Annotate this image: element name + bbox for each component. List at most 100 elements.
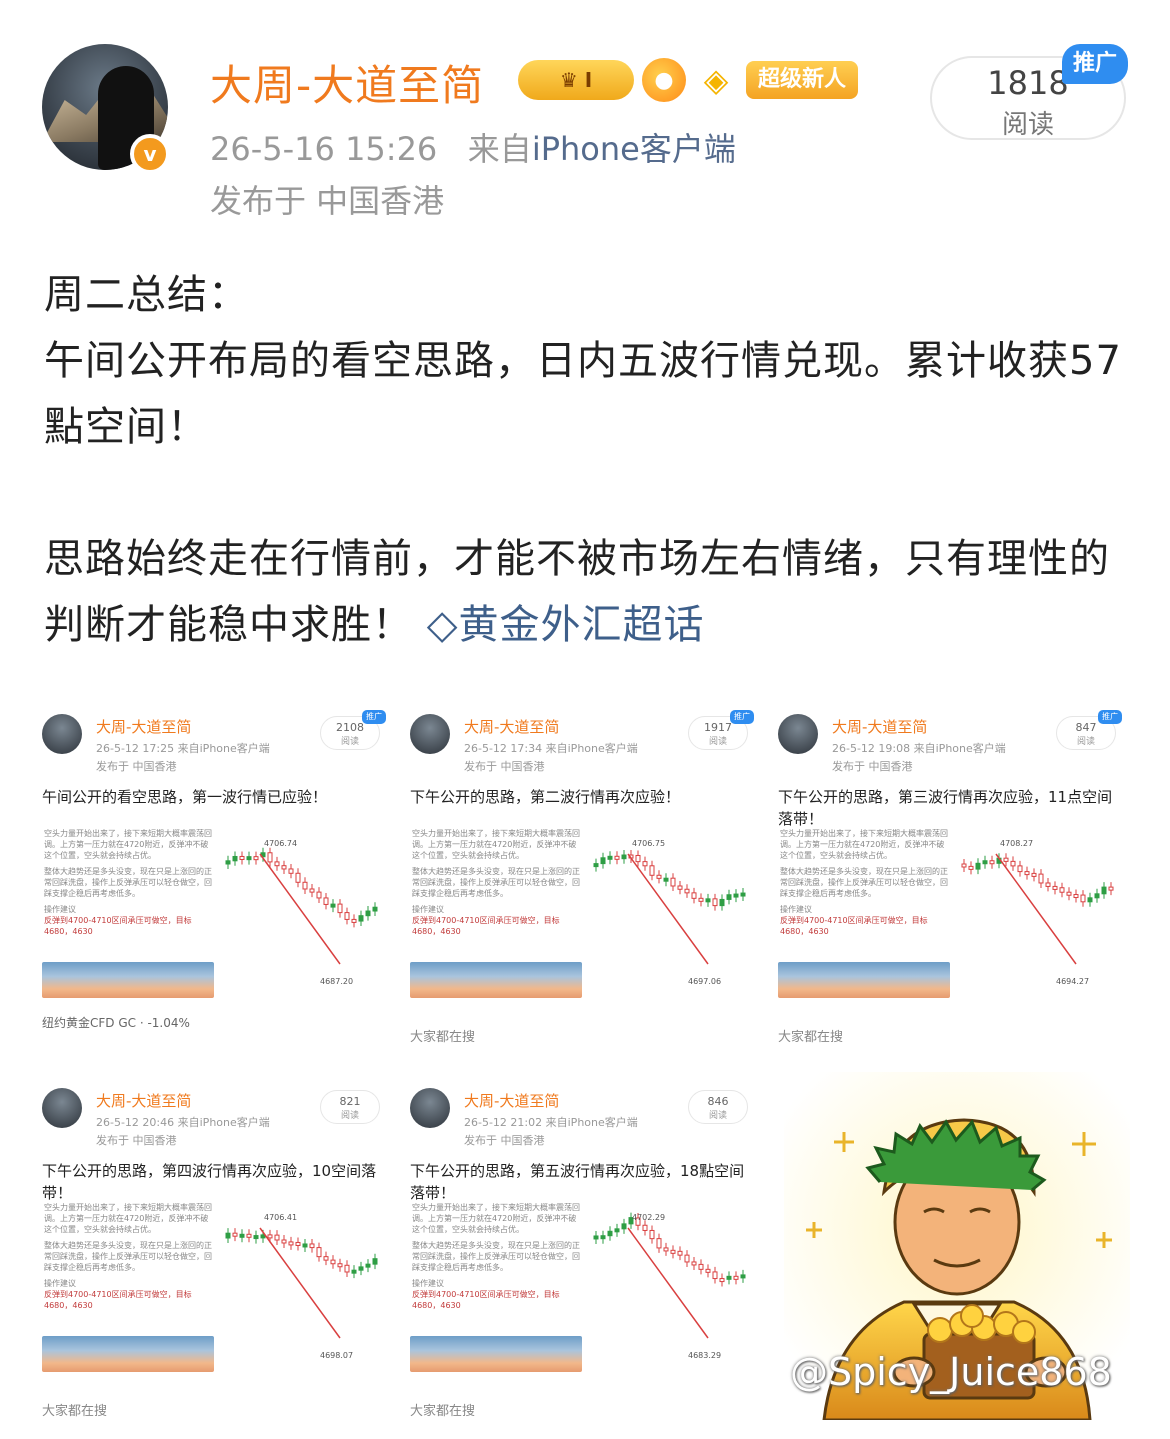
thumb-headline: 下午公开的思路，第二波行情再次应验！	[410, 788, 681, 806]
candle	[316, 1247, 322, 1258]
thumb-body-p2: 整体大趋势还是多头没变，现在只是上涨回的正常回踩洗盘，操作上反弹承压可以轻仓做空…	[44, 867, 212, 898]
thumbnail-image[interactable]: 大周-大道至简 26-5-12 17:25 来自iPhone客户端 发布于 中国…	[40, 700, 386, 1050]
thumb-op-label: 操作建议	[780, 905, 812, 914]
thumb-sky-image	[410, 1336, 582, 1372]
candle	[621, 854, 627, 860]
price-low-label: 4683.29	[688, 1351, 721, 1360]
price-low-label: 4697.06	[688, 977, 721, 986]
candle	[358, 915, 364, 922]
thumb-read-label: 阅读	[708, 1111, 727, 1121]
candle	[295, 872, 301, 883]
thumb-candle-chart: 4706.75 4697.06	[593, 839, 746, 986]
candle	[281, 1239, 287, 1244]
candle	[267, 852, 273, 863]
candle	[351, 1269, 357, 1274]
candle	[961, 863, 967, 868]
crown-level-badge-icon[interactable]: ♛ I	[518, 60, 634, 100]
post-location: 发布于 中国香港	[210, 182, 445, 220]
thumb-promo-tag: 推广	[730, 710, 754, 724]
username[interactable]: 大周-大道至简	[210, 52, 484, 113]
candle	[733, 1275, 739, 1280]
thumb-sky-image	[778, 962, 950, 998]
candle	[372, 1258, 378, 1265]
thumb-date: 26-5-12 17:34 来自iPhone客户端	[464, 742, 638, 755]
candle	[1031, 872, 1037, 877]
topic-label: 黄金外汇超话	[458, 602, 705, 648]
thumbnail-image[interactable]: 大周-大道至简 26-5-12 19:08 来自iPhone客户端 发布于 中国…	[776, 700, 1122, 1050]
thumb-read-label: 阅读	[1076, 737, 1095, 747]
price-high-label: 4706.75	[632, 839, 665, 848]
thumb-body-text: 空头力量开始出来了，接下来短期大概率震荡回调。上方第一压力就在4720附近，反弹…	[780, 828, 950, 937]
candle	[670, 1249, 676, 1254]
thumb-body-p2: 整体大趋势还是多头没变，现在只是上涨回的正常回踩洗盘，操作上反弹承压可以轻仓做空…	[412, 1241, 580, 1272]
price-low-label: 4694.27	[1056, 977, 1089, 986]
candle	[698, 897, 704, 902]
topic-link[interactable]: ◇黄金外汇超话	[413, 602, 704, 648]
candle	[372, 906, 378, 912]
candle	[712, 898, 718, 907]
trend-arrow	[627, 1227, 709, 1339]
candle	[656, 1238, 662, 1249]
thumb-username: 大周-大道至简	[464, 1092, 560, 1110]
candle	[1108, 886, 1114, 891]
candle	[316, 891, 322, 899]
thumb-date: 26-5-12 17:25 来自iPhone客户端	[96, 742, 270, 755]
candle	[253, 856, 259, 861]
thumb-body-text: 空头力量开始出来了，接下来短期大概率震荡回调。上方第一压力就在4720附近，反弹…	[44, 1202, 214, 1311]
candle	[719, 1278, 725, 1283]
trend-arrow	[627, 853, 709, 965]
candle	[614, 1228, 620, 1233]
candle	[1073, 894, 1079, 899]
promo-tag[interactable]: 推广	[1062, 44, 1128, 84]
diamond-badge-icon[interactable]: ◈	[694, 60, 738, 100]
thumbnail-image[interactable]: 大周-大道至简 26-5-12 21:02 来自iPhone客户端 发布于 中国…	[408, 1074, 754, 1424]
thumb-op-text: 反弹到4700-4710区间承压可做空，目标4680，4630	[44, 1290, 192, 1310]
candle	[740, 892, 746, 897]
thumb-promo-tag: 推广	[1098, 710, 1122, 724]
candle	[635, 854, 641, 863]
candle	[691, 1261, 697, 1266]
candle	[656, 874, 662, 879]
candle	[600, 857, 606, 865]
source-client[interactable]: iPhone客户端	[532, 130, 736, 168]
thumb-location: 发布于 中国香港	[832, 760, 913, 773]
candle	[1017, 865, 1023, 873]
price-high-label: 4708.27	[1000, 839, 1033, 848]
candle	[1010, 860, 1016, 867]
candle	[649, 865, 655, 876]
thumb-read-label: 阅读	[708, 737, 727, 747]
fish-badge-icon[interactable]: ●	[642, 58, 686, 102]
candle	[288, 1241, 294, 1246]
thumb-avatar	[42, 714, 82, 754]
candle	[642, 861, 648, 867]
candle	[225, 860, 231, 865]
post-meta: 26-5-16 15:26 来自iPhone客户端	[210, 124, 736, 170]
thumb-location: 发布于 中国香港	[464, 760, 545, 773]
thumb-date: 26-5-12 20:46 来自iPhone客户端	[96, 1116, 270, 1129]
candle	[712, 1271, 718, 1280]
post-line-1: 周二总结：	[44, 272, 249, 318]
candle	[614, 855, 620, 860]
candle	[274, 1234, 280, 1241]
candle	[677, 885, 683, 890]
thumbnail-image[interactable]: 大周-大道至简 26-5-12 20:46 来自iPhone客户端 发布于 中国…	[40, 1074, 386, 1424]
candle	[726, 894, 732, 900]
thumb-body-text: 空头力量开始出来了，接下来短期大概率震荡回调。上方第一压力就在4720附近，反弹…	[44, 828, 214, 937]
candle	[670, 877, 676, 887]
thumb-username: 大周-大道至简	[832, 718, 928, 736]
price-high-label: 4706.41	[264, 1213, 297, 1222]
super-newbie-badge[interactable]: 超级新人	[746, 61, 859, 99]
post-line-3: 思路始终走在行情前，才能不被市场左右情绪，只有理性的判断才能稳中求胜！ ◇黄金外…	[44, 526, 1134, 658]
candle	[295, 1241, 301, 1246]
thumbnail-image[interactable]: 大周-大道至简 26-5-12 17:34 来自iPhone客户端 发布于 中国…	[408, 700, 754, 1050]
candle	[288, 868, 294, 874]
image-grid: 大周-大道至简 26-5-12 17:25 来自iPhone客户端 发布于 中国…	[40, 700, 1130, 1424]
thumb-op-text: 反弹到4700-4710区间承压可做空，目标4680，4630	[412, 1290, 560, 1310]
thumb-date: 26-5-12 21:02 来自iPhone客户端	[464, 1116, 638, 1129]
candle	[663, 1247, 669, 1252]
candle	[1080, 894, 1086, 903]
thumb-avatar	[410, 714, 450, 754]
thumb-promo-tag: 推广	[362, 710, 386, 724]
thumb-op-text: 反弹到4700-4710区间承压可做空，目标4680，4630	[412, 916, 560, 936]
candle	[982, 860, 988, 865]
